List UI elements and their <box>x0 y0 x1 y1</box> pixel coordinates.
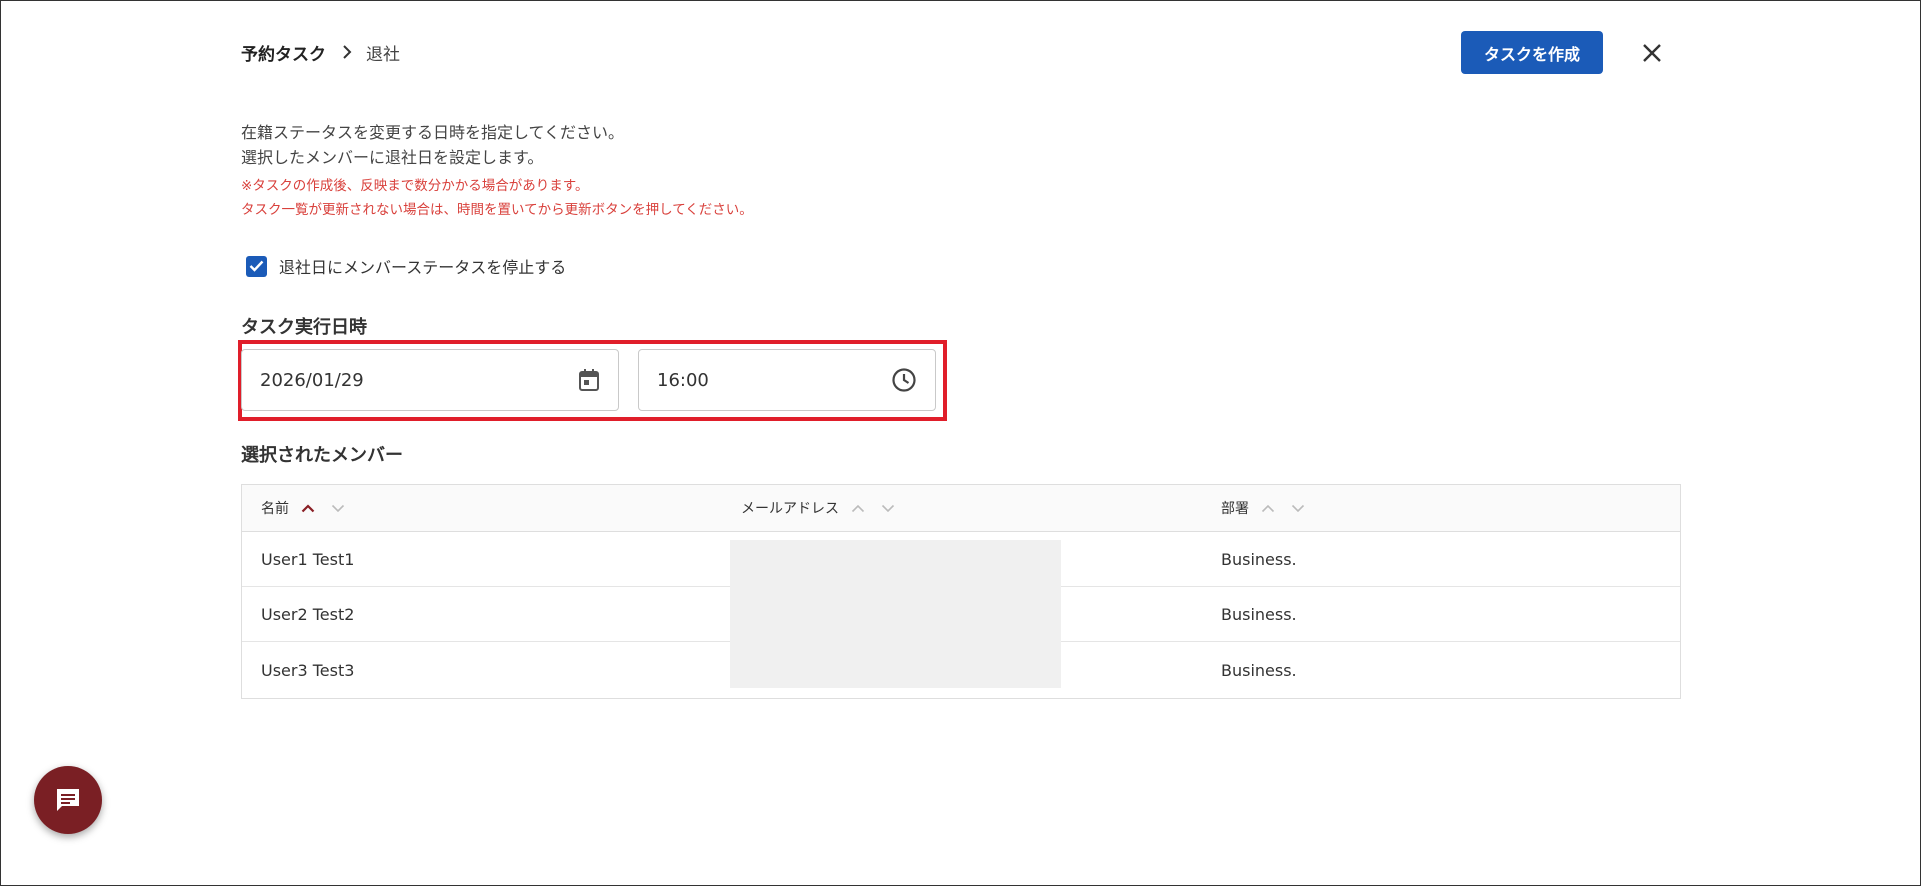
datetime-section-title: タスク実行日時 <box>241 317 367 338</box>
time-input[interactable]: 16:00 <box>638 349 936 411</box>
chat-icon <box>57 789 79 811</box>
sort-asc-icon[interactable] <box>851 504 865 513</box>
member-department: Business. <box>1221 660 1297 680</box>
sort-desc-icon[interactable] <box>881 504 895 513</box>
description-line-1: 在籍ステータスを変更する日時を指定してください。 <box>241 123 625 142</box>
column-header-department-label: 部署 <box>1221 501 1249 517</box>
date-input[interactable]: 2026/01/29 <box>241 349 619 411</box>
chat-button[interactable] <box>34 766 102 834</box>
check-icon <box>249 260 264 272</box>
create-task-button[interactable]: タスクを作成 <box>1461 31 1603 74</box>
calendar-icon[interactable] <box>578 368 600 392</box>
date-value: 2026/01/29 <box>260 369 364 391</box>
stop-status-label: 退社日にメンバーステータスを停止する <box>279 258 567 277</box>
email-redaction-mask <box>730 540 1061 688</box>
clock-icon[interactable] <box>891 367 917 393</box>
sort-asc-icon[interactable] <box>301 503 315 513</box>
member-name: User2 Test2 <box>261 604 355 624</box>
breadcrumb-current: 退社 <box>366 44 400 65</box>
sort-desc-icon[interactable] <box>1291 504 1305 513</box>
breadcrumb-root[interactable]: 予約タスク <box>241 40 326 65</box>
member-name: User1 Test1 <box>261 549 355 569</box>
column-header-name[interactable]: 名前 <box>261 485 345 531</box>
note-line-1: ※タスクの作成後、反映まで数分かかる場合があります。 <box>241 178 589 194</box>
close-icon[interactable] <box>1637 38 1667 68</box>
member-name: User3 Test3 <box>261 660 355 680</box>
member-department: Business. <box>1221 604 1297 624</box>
breadcrumb: 予約タスク 退社 <box>241 40 400 65</box>
sort-asc-icon[interactable] <box>1261 504 1275 513</box>
chevron-right-icon <box>342 44 352 60</box>
description-line-2: 選択したメンバーに退社日を設定します。 <box>241 148 544 167</box>
column-header-email-label: メールアドレス <box>741 501 839 517</box>
stop-status-checkbox[interactable] <box>246 255 267 277</box>
time-value: 16:00 <box>657 369 709 391</box>
stop-status-checkbox-row[interactable]: 退社日にメンバーステータスを停止する <box>246 254 566 278</box>
sort-desc-icon[interactable] <box>331 504 345 513</box>
note-line-2: タスク一覧が更新されない場合は、時間を置いてから更新ボタンを押してください。 <box>241 202 753 218</box>
column-header-email[interactable]: メールアドレス <box>741 485 895 531</box>
members-section-title: 選択されたメンバー <box>241 445 403 466</box>
column-header-name-label: 名前 <box>261 501 289 517</box>
member-department: Business. <box>1221 549 1297 569</box>
column-header-department[interactable]: 部署 <box>1221 485 1305 531</box>
table-header: 名前 メールアドレス 部署 <box>242 485 1680 532</box>
